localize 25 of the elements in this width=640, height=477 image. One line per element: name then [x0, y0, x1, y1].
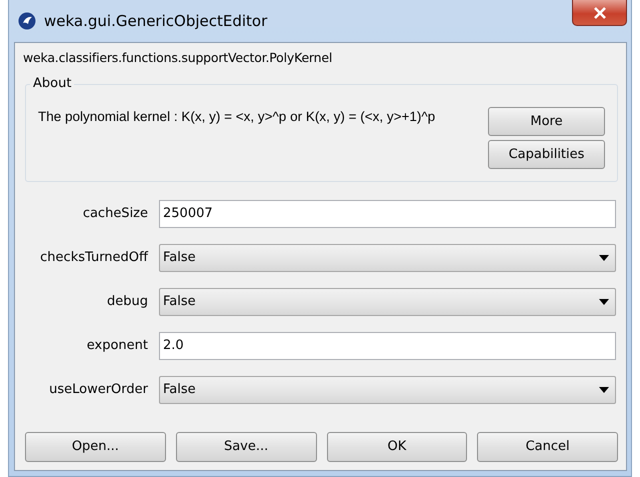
- property-label: cacheSize: [82, 205, 148, 223]
- text-field[interactable]: 2.0: [159, 332, 616, 360]
- cancel-button[interactable]: Cancel: [477, 432, 618, 462]
- more-button[interactable]: More: [488, 106, 605, 136]
- property-label: useLowerOrder: [48, 381, 148, 399]
- dropdown[interactable]: False: [159, 376, 616, 404]
- close-button[interactable]: [572, 0, 627, 26]
- class-name: weka.classifiers.functions.supportVector.PolyKernel: [23, 49, 334, 67]
- ok-button[interactable]: OK: [326, 432, 468, 462]
- app-icon: [18, 12, 36, 30]
- property-label: debug: [106, 293, 148, 311]
- capabilities-button[interactable]: Capabilities: [488, 140, 605, 169]
- open-button[interactable]: Open...: [25, 432, 166, 462]
- window-title: weka.gui.GenericObjectEditor: [44, 10, 268, 32]
- text-field[interactable]: 250007: [159, 200, 616, 228]
- about-text: The polynomial kernel : K(x, y) = <x, y>^p or K(x, y) = (<x, y>+1)^p: [38, 108, 436, 126]
- property-label: checksTurnedOff: [39, 249, 148, 267]
- dropdown-arrow-icon: [599, 298, 609, 305]
- dropdown-arrow-icon: [599, 254, 609, 261]
- dropdown[interactable]: False: [159, 244, 616, 272]
- save-button[interactable]: Save...: [176, 432, 316, 462]
- property-label: exponent: [86, 337, 148, 355]
- close-icon: [592, 6, 606, 18]
- dropdown-arrow-icon: [599, 386, 609, 393]
- dropdown[interactable]: False: [159, 288, 616, 316]
